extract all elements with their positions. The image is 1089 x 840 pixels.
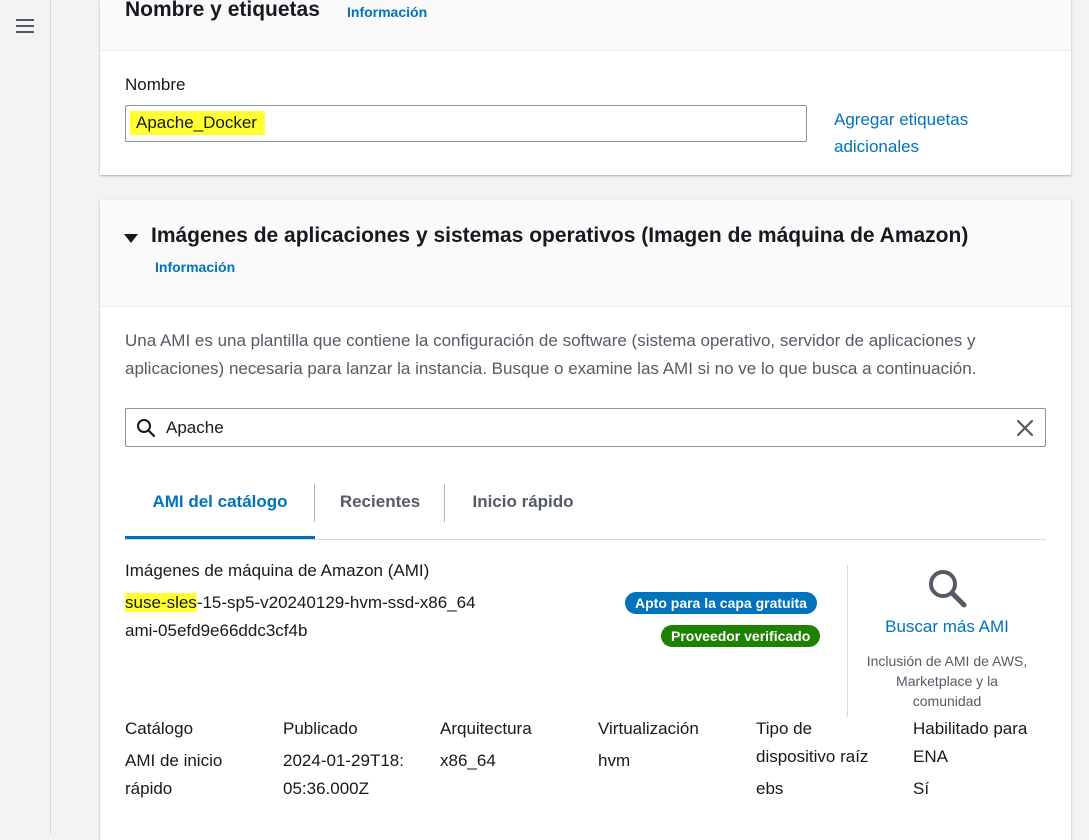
search-more-ami-link[interactable]: Buscar más AMI	[882, 617, 1012, 637]
ami-description: Una AMI es una plantilla que contiene la…	[125, 331, 977, 378]
vertical-divider	[847, 565, 848, 717]
detail-catalog: Catálogo AMI de inicio rápido	[125, 715, 260, 803]
ami-result-heading: Imágenes de máquina de Amazon (AMI)	[125, 561, 430, 580]
detail-value: AMI de inicio rápido	[125, 751, 223, 798]
ami-result-name: suse-sles-15-sp5-v20240129-hvm-ssd-x86_6…	[125, 593, 476, 613]
verified-provider-badge: Proveedor verificado	[661, 625, 821, 647]
detail-virtualization: Virtualización hvm	[598, 715, 738, 775]
side-nav	[0, 0, 51, 834]
tab-recent[interactable]: Recientes	[317, 470, 443, 538]
add-tags-link[interactable]: Agregar etiquetas adicionales	[834, 106, 1004, 160]
detail-value: x86_64	[440, 751, 496, 770]
ami-search-input[interactable]: Apache	[125, 408, 1046, 447]
detail-value: ebs	[756, 779, 784, 798]
ami-name-rest: -15-sp5-v20240129-hvm-ssd-x86_64	[196, 593, 476, 612]
name-tags-panel: Nombre y etiquetas Información Nombre Ap…	[100, 0, 1071, 175]
tab-divider	[314, 484, 315, 522]
detail-ena: Habilitado para ENA Sí	[913, 715, 1053, 803]
ami-tabs: AMI del catálogo Recientes Inicio rápido	[125, 470, 1046, 540]
name-input-value: Apache_Docker	[130, 111, 265, 135]
detail-label: Arquitectura	[440, 719, 532, 738]
detail-value: Sí	[913, 779, 930, 798]
ami-header: Imágenes de aplicaciones y sistemas oper…	[100, 200, 1071, 307]
detail-root-device: Tipo de dispositivo raíz ebs	[756, 715, 886, 803]
detail-architecture: Arquitectura x86_64	[440, 715, 580, 775]
detail-value: hvm	[598, 751, 631, 770]
detail-value: 2024-01-29T18:05:36.000Z	[283, 751, 404, 798]
menu-icon[interactable]	[16, 19, 34, 33]
name-tags-title: Nombre y etiquetas	[125, 0, 320, 21]
detail-label: Habilitado para ENA	[913, 719, 1028, 766]
search-value: Apache	[166, 418, 224, 437]
tab-catalog[interactable]: AMI del catálogo	[125, 470, 315, 539]
search-icon[interactable]	[926, 567, 968, 609]
free-tier-badge: Apto para la capa gratuita	[625, 592, 817, 614]
ami-panel: Imágenes de aplicaciones y sistemas oper…	[100, 200, 1071, 840]
name-tags-header: Nombre y etiquetas Información	[100, 0, 1071, 51]
clear-icon[interactable]	[1015, 418, 1035, 438]
ami-name-highlight: suse-sles	[125, 593, 197, 612]
ami-title: Imágenes de aplicaciones y sistemas oper…	[151, 224, 969, 247]
detail-label: Publicado	[283, 719, 358, 738]
ami-info-link[interactable]: Información	[155, 259, 235, 275]
name-input[interactable]: Apache_Docker	[125, 105, 807, 142]
search-icon	[137, 419, 156, 438]
name-label: Nombre	[125, 75, 186, 94]
detail-published: Publicado 2024-01-29T18:05:36.000Z	[283, 715, 413, 803]
search-more-ami-desc: Inclusión de AMI de AWS, Marketplace y l…	[866, 653, 1028, 709]
tab-divider	[444, 484, 445, 522]
ami-result-id: ami-05efd9e66ddc3cf4b	[125, 621, 308, 640]
detail-label: Catálogo	[125, 719, 194, 738]
tab-quickstart[interactable]: Inicio rápido	[447, 470, 599, 538]
detail-label: Virtualización	[598, 719, 699, 738]
detail-label: Tipo de dispositivo raíz	[756, 719, 869, 766]
name-tags-info-link[interactable]: Información	[347, 4, 427, 20]
caret-down-icon[interactable]	[124, 234, 138, 243]
